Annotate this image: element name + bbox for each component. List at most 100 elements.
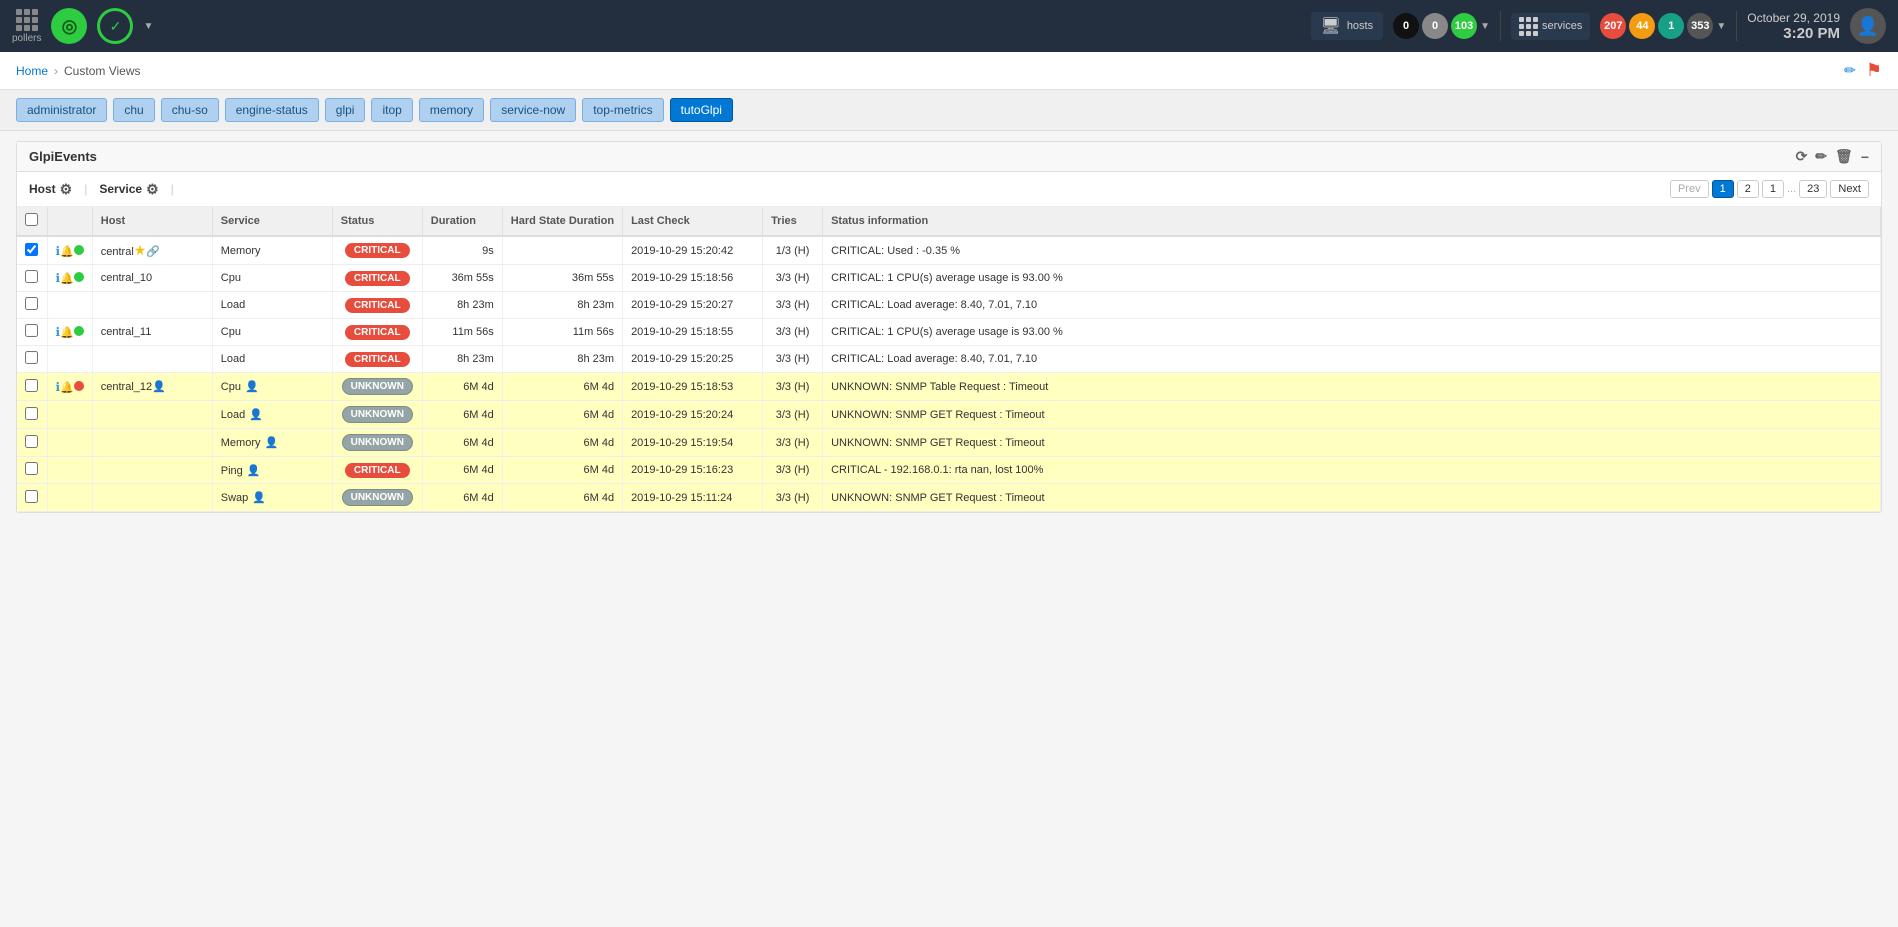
row-service-1: Cpu [212, 265, 332, 292]
time-display: 3:20 PM [1747, 25, 1840, 42]
hosts-block[interactable]: 🖥 hosts [1311, 12, 1384, 40]
row-tries-8: 3/3 (H) [763, 457, 823, 484]
services-block[interactable]: services [1511, 13, 1590, 40]
status-badge: CRITICAL [345, 463, 410, 478]
panel-edit-icon[interactable]: ✏ [1815, 148, 1827, 165]
logo-green[interactable]: ◎ [51, 8, 87, 44]
host-link[interactable]: central_10 [101, 272, 152, 284]
tab-chu-so[interactable]: chu-so [161, 98, 219, 122]
page-3-btn[interactable]: 1 [1762, 180, 1784, 198]
bell-icon: 🔔 [60, 273, 74, 285]
row-tries-5: 3/3 (H) [763, 373, 823, 401]
services-dropdown-arrow[interactable]: ▼ [1716, 21, 1726, 32]
dot-green [74, 246, 84, 258]
hosts-dropdown-arrow[interactable]: ▼ [1480, 21, 1490, 32]
tab-chu[interactable]: chu [113, 98, 154, 122]
host-link[interactable]: central_11 [101, 326, 152, 338]
tab-tutoGlpi[interactable]: tutoGlpi [670, 98, 733, 122]
table-row: Memory👤UNKNOWN6M 4d6M 4d2019-10-29 15:19… [17, 429, 1881, 457]
row-checkbox-2[interactable] [25, 297, 38, 310]
row-lastcheck-2: 2019-10-29 15:20:27 [623, 292, 763, 319]
row-lastcheck-5: 2019-10-29 15:18:53 [623, 373, 763, 401]
row-checkbox-4[interactable] [25, 351, 38, 364]
row-duration-3: 11m 56s [422, 319, 502, 346]
navbar: pollers ◎ ✓ ▼ 🖥 hosts 0 0 103 ▼ services… [0, 0, 1898, 52]
filter-host-icon[interactable]: ⚙ [60, 181, 73, 198]
host-link[interactable]: central [101, 246, 134, 258]
panel-collapse-icon[interactable]: − [1861, 149, 1869, 165]
row-lastcheck-4: 2019-10-29 15:20:25 [623, 346, 763, 373]
tab-service-now[interactable]: service-now [490, 98, 576, 122]
service-link[interactable]: Ping [221, 465, 243, 477]
alert-icon-top[interactable]: ⚑ [1866, 60, 1882, 81]
tab-engine-status[interactable]: engine-status [225, 98, 319, 122]
col-header-s2 [47, 207, 92, 236]
pollers-brand[interactable]: pollers [12, 9, 41, 44]
row-checkbox-9[interactable] [25, 490, 38, 503]
main-content: GlpiEvents ⟳ ✏ 🗑 − Host ⚙ | Service ⚙ | … [0, 131, 1898, 523]
service-link[interactable]: Load [221, 409, 245, 421]
edit-icon-top[interactable]: ✏ [1844, 62, 1856, 79]
hosts-badge-green[interactable]: 103 [1451, 13, 1477, 39]
services-badge-red[interactable]: 207 [1600, 13, 1626, 39]
row-info-3: CRITICAL: 1 CPU(s) average usage is 93.0… [823, 319, 1881, 346]
tab-top-metrics[interactable]: top-metrics [582, 98, 663, 122]
row-info-1: CRITICAL: 1 CPU(s) average usage is 93.0… [823, 265, 1881, 292]
logo-circle[interactable]: ✓ [97, 8, 133, 44]
hosts-badge-grey[interactable]: 0 [1422, 13, 1448, 39]
row-info-4: CRITICAL: Load average: 8.40, 7.01, 7.10 [823, 346, 1881, 373]
row-checkbox-6[interactable] [25, 407, 38, 420]
bell-icon: 🔔 [60, 327, 74, 339]
page-1-btn[interactable]: 1 [1712, 180, 1734, 198]
row-checkbox-3[interactable] [25, 324, 38, 337]
page-last-btn[interactable]: 23 [1799, 180, 1827, 198]
bell-icon: 🔔 [60, 382, 74, 394]
services-badge-orange[interactable]: 44 [1629, 13, 1655, 39]
col-header-lastcheck: Last Check [623, 207, 763, 236]
row-indicators-0: ℹ🔔 [47, 236, 92, 265]
user-avatar[interactable]: 👤 [1850, 8, 1886, 44]
tab-itop[interactable]: itop [371, 98, 412, 122]
tab-administrator[interactable]: administrator [16, 98, 107, 122]
row-status-5: UNKNOWN [332, 373, 422, 401]
services-badge-teal[interactable]: 1 [1658, 13, 1684, 39]
panel-delete-icon[interactable]: 🗑 [1835, 148, 1853, 165]
row-checkbox-8[interactable] [25, 462, 38, 475]
page-next-btn[interactable]: Next [1830, 180, 1869, 198]
service-link[interactable]: Cpu [221, 326, 241, 338]
service-link[interactable]: Cpu [221, 381, 241, 393]
host-link[interactable]: central_12 [101, 381, 152, 393]
row-info-6: UNKNOWN: SNMP GET Request : Timeout [823, 401, 1881, 429]
page-prev-btn[interactable]: Prev [1670, 180, 1709, 198]
breadcrumb-home[interactable]: Home [16, 64, 48, 78]
filter-service-icon[interactable]: ⚙ [146, 181, 159, 198]
row-checkbox-7[interactable] [25, 435, 38, 448]
status-badge: CRITICAL [345, 325, 410, 340]
navbar-dropdown-arrow[interactable]: ▼ [143, 21, 153, 32]
row-hardstate-0 [502, 236, 622, 265]
col-header-host: Host [92, 207, 212, 236]
pagination: Prev 1 2 1 ... 23 Next [1670, 180, 1869, 198]
poller-grid-icon [16, 9, 38, 31]
hosts-badge-black[interactable]: 0 [1393, 13, 1419, 39]
row-checkbox-1[interactable] [25, 270, 38, 283]
row-service-4: Load [212, 346, 332, 373]
tab-memory[interactable]: memory [419, 98, 484, 122]
tab-glpi[interactable]: glpi [325, 98, 366, 122]
service-link[interactable]: Memory [221, 437, 261, 449]
row-checkbox-5[interactable] [25, 379, 38, 392]
panel-refresh-icon[interactable]: ⟳ [1796, 148, 1808, 165]
services-badge-dark[interactable]: 353 [1687, 13, 1713, 39]
service-link[interactable]: Cpu [221, 272, 241, 284]
service-link[interactable]: Swap [221, 492, 249, 504]
row-indicators-6 [47, 401, 92, 429]
hosts-counts: 0 0 103 ▼ [1393, 13, 1490, 39]
service-link[interactable]: Memory [221, 245, 261, 257]
row-checkbox-0[interactable] [25, 243, 38, 256]
select-all-checkbox[interactable] [25, 213, 38, 226]
row-indicators-9 [47, 484, 92, 512]
service-link[interactable]: Load [221, 299, 245, 311]
page-2-btn[interactable]: 2 [1737, 180, 1759, 198]
service-link[interactable]: Load [221, 353, 245, 365]
row-host-7 [92, 429, 212, 457]
